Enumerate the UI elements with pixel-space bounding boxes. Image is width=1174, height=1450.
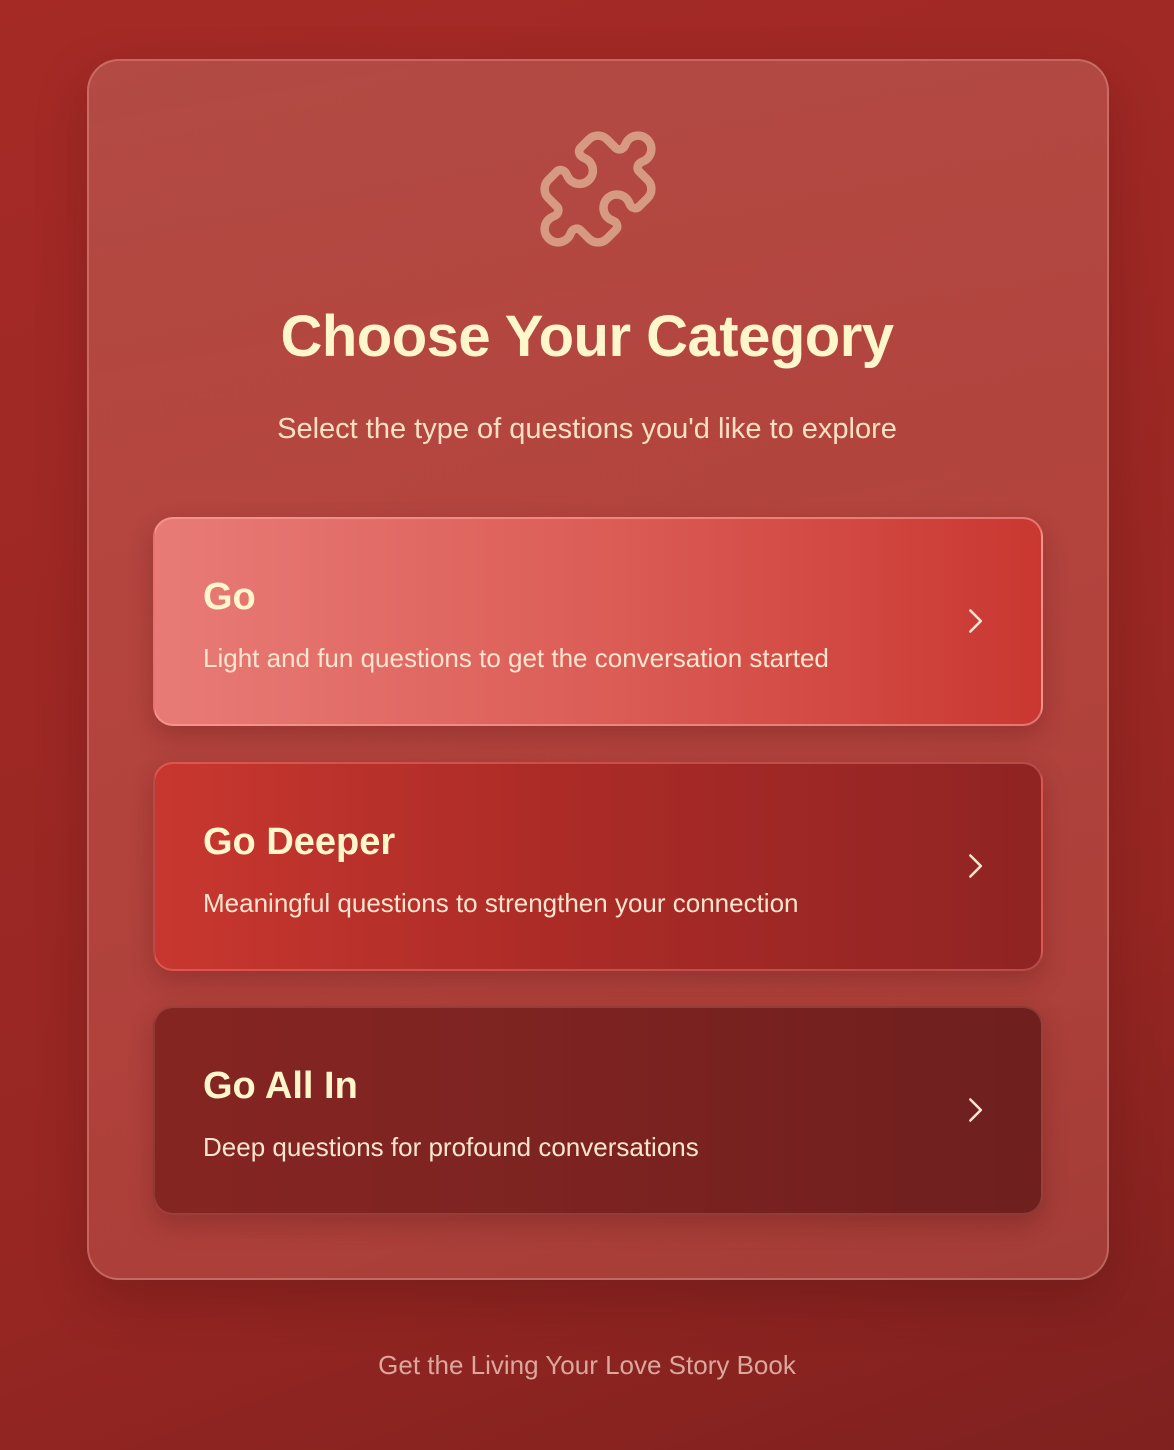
book-link[interactable]: Get the Living Your Love Story Book bbox=[0, 1348, 1174, 1382]
category-description: Deep questions for profound conversation… bbox=[203, 1132, 699, 1162]
category-title: Go bbox=[203, 576, 256, 618]
category-description: Meaningful questions to strengthen your … bbox=[203, 888, 799, 918]
chevron-right-icon bbox=[969, 854, 983, 878]
chevron-right-icon bbox=[969, 1098, 983, 1122]
page-title: Choose Your Category bbox=[280, 304, 894, 369]
page-subtitle: Select the type of questions you'd like … bbox=[277, 413, 897, 445]
category-option-go-all-in[interactable]: Go All In Deep questions for profound co… bbox=[153, 1006, 1043, 1215]
category-title: Go All In bbox=[203, 1065, 358, 1107]
category-description: Light and fun questions to get the conve… bbox=[203, 643, 829, 673]
chevron-right-icon bbox=[969, 609, 983, 633]
category-title: Go Deeper bbox=[203, 821, 396, 863]
category-option-go-deeper[interactable]: Go Deeper Meaningful questions to streng… bbox=[153, 762, 1043, 971]
category-option-go[interactable]: Go Light and fun questions to get the co… bbox=[153, 517, 1043, 726]
puzzle-icon bbox=[540, 131, 656, 247]
